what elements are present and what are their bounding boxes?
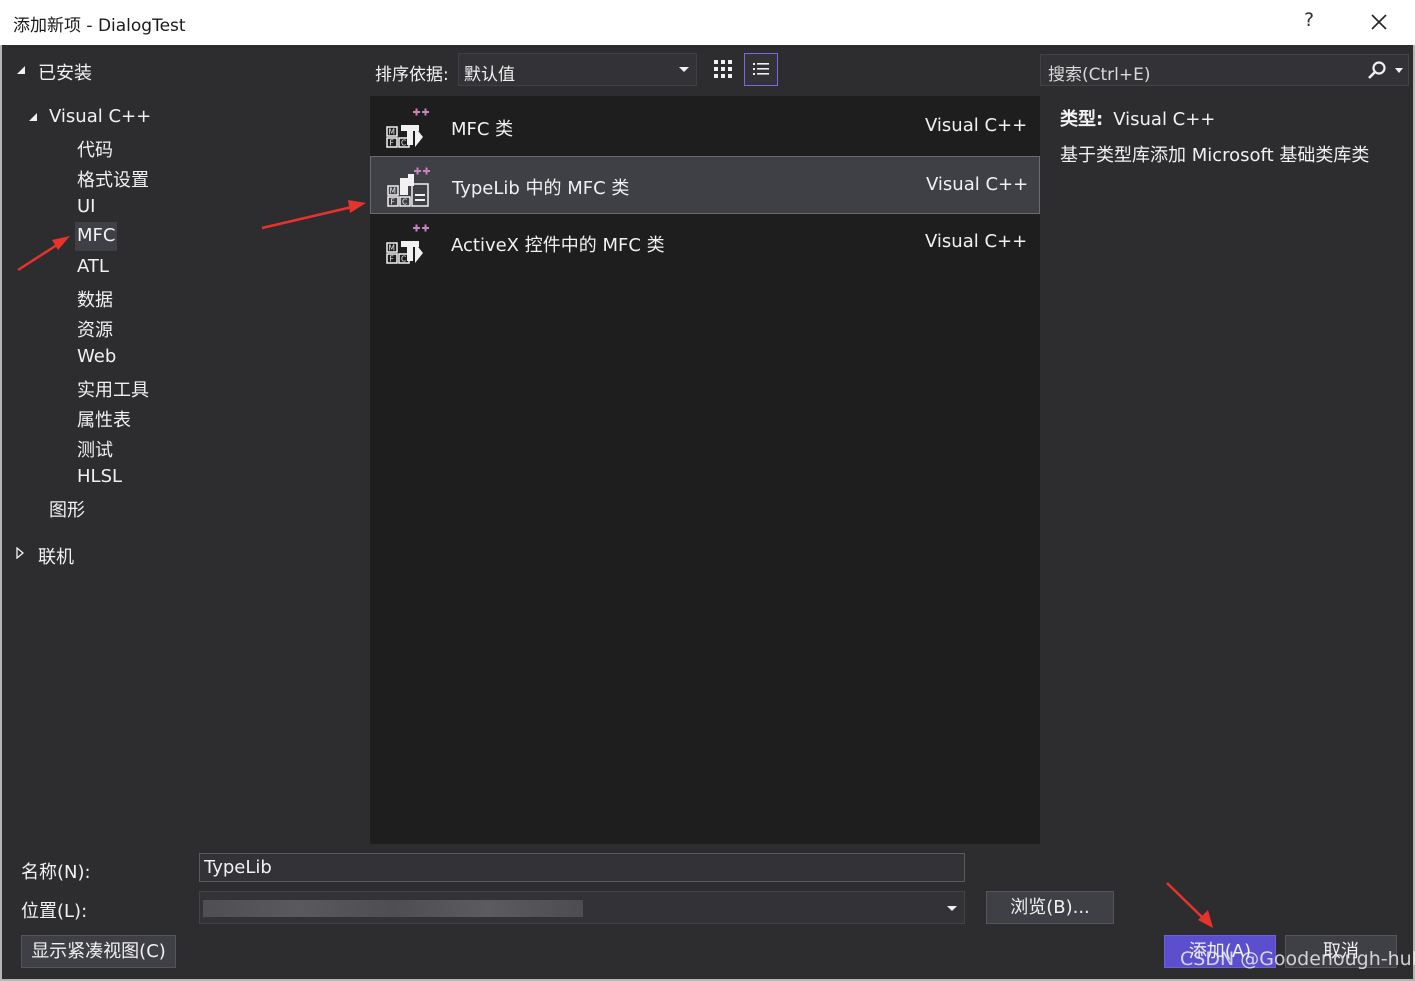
add-new-item-dialog: 已安装 Visual C++ 代码 格式设置 UI MFC ATL 数据 资源 … [0,45,1415,981]
help-button[interactable]: ? [1298,9,1320,35]
dropdown-caret-icon[interactable] [947,906,957,911]
tree-item-test[interactable]: 测试 [77,436,113,462]
tree-item-data[interactable]: 数据 [77,286,113,312]
svg-text:M: M [389,128,395,137]
name-field[interactable]: TypeLib [199,853,965,882]
name-value: TypeLib [204,857,272,878]
title-bar: 添加新项 - DialogTest ? [0,0,1415,45]
mfc-typelib-icon: M F C [387,167,430,207]
list-view-icon [753,63,769,75]
tree-item-web[interactable]: Web [77,346,116,367]
type-value: Visual C++ [1113,109,1216,130]
dropdown-caret-icon [679,67,689,72]
svg-text:C: C [402,198,407,207]
compact-view-button[interactable]: 显示紧凑视图(C) [21,935,176,968]
expanded-arrow-icon[interactable] [15,64,27,76]
svg-text:C: C [401,255,406,264]
template-item-mfc-class-from-activex[interactable]: M F C ActiveX 控件中的 MFC 类 Visual C++ [370,214,1040,272]
svg-text:F: F [391,198,395,207]
search-options-caret-icon[interactable] [1395,68,1403,73]
sort-by-select[interactable]: 默认值 [458,53,697,86]
tree-item-property-sheets[interactable]: 属性表 [77,406,131,432]
template-item-mfc-class-from-typelib[interactable]: M F C TypeLib 中的 MFC 类 Visual C++ [370,156,1040,214]
tree-item-formatting[interactable]: 格式设置 [77,166,149,192]
tree-item-code[interactable]: 代码 [77,136,113,162]
name-label: 名称(N): [21,862,91,883]
template-language: Visual C++ [925,231,1028,252]
close-button[interactable] [1364,8,1394,36]
mfc-activex-icon: M F C [386,224,429,264]
template-list: M F C MFC 类 Visual C++ M F C TypeLib 中的 … [370,96,1040,844]
template-name: MFC 类 [451,119,514,140]
template-name: ActiveX 控件中的 MFC 类 [451,235,665,256]
location-redacted [203,900,583,917]
tree-item-resources[interactable]: 资源 [77,316,113,342]
template-name: TypeLib 中的 MFC 类 [452,178,630,199]
tree-item-visual-cpp[interactable]: Visual C++ [49,106,151,127]
svg-text:F: F [390,255,394,264]
template-language: Visual C++ [926,174,1029,195]
grid-view-button[interactable] [706,53,740,86]
sort-by-label: 排序依据: [375,65,449,85]
search-input[interactable]: 搜索(Ctrl+E) [1040,54,1409,86]
search-placeholder: 搜索(Ctrl+E) [1048,65,1151,85]
template-language: Visual C++ [925,115,1028,136]
browse-button[interactable]: 浏览(B)... [986,891,1114,924]
details-description: 基于类型库添加 Microsoft 基础类库类 [1060,145,1370,166]
expanded-arrow-icon[interactable] [27,111,39,123]
details-type: 类型: Visual C++ [1060,105,1215,131]
svg-text:M: M [389,244,395,253]
tree-item-mfc[interactable]: MFC [75,222,118,251]
list-view-button[interactable] [744,53,778,86]
svg-text:C: C [401,139,406,148]
tree-item-utility[interactable]: 实用工具 [77,376,149,402]
sort-by-value: 默认值 [464,65,515,85]
close-icon [1371,14,1387,30]
tree-item-atl[interactable]: ATL [77,256,109,277]
location-field[interactable] [199,891,965,924]
type-label: 类型: [1060,109,1104,130]
tree-item-online[interactable]: 联机 [38,543,74,569]
collapsed-arrow-icon[interactable] [14,547,26,559]
location-label: 位置(L): [21,901,88,922]
tree-item-graphics[interactable]: 图形 [49,496,85,522]
watermark: CSDN @Goodenough-hub [1180,948,1415,970]
search-icon[interactable] [1367,60,1387,80]
mfc-class-icon: M F C [386,108,429,148]
template-item-mfc-class[interactable]: M F C MFC 类 Visual C++ [370,98,1040,156]
svg-text:F: F [390,139,394,148]
tree-item-ui[interactable]: UI [77,196,95,217]
grid-view-icon [714,60,732,78]
svg-text:M: M [390,187,396,196]
tree-item-hlsl[interactable]: HLSL [77,466,122,487]
tree-item-installed[interactable]: 已安装 [38,59,92,85]
window-title: 添加新项 - DialogTest [13,16,186,36]
